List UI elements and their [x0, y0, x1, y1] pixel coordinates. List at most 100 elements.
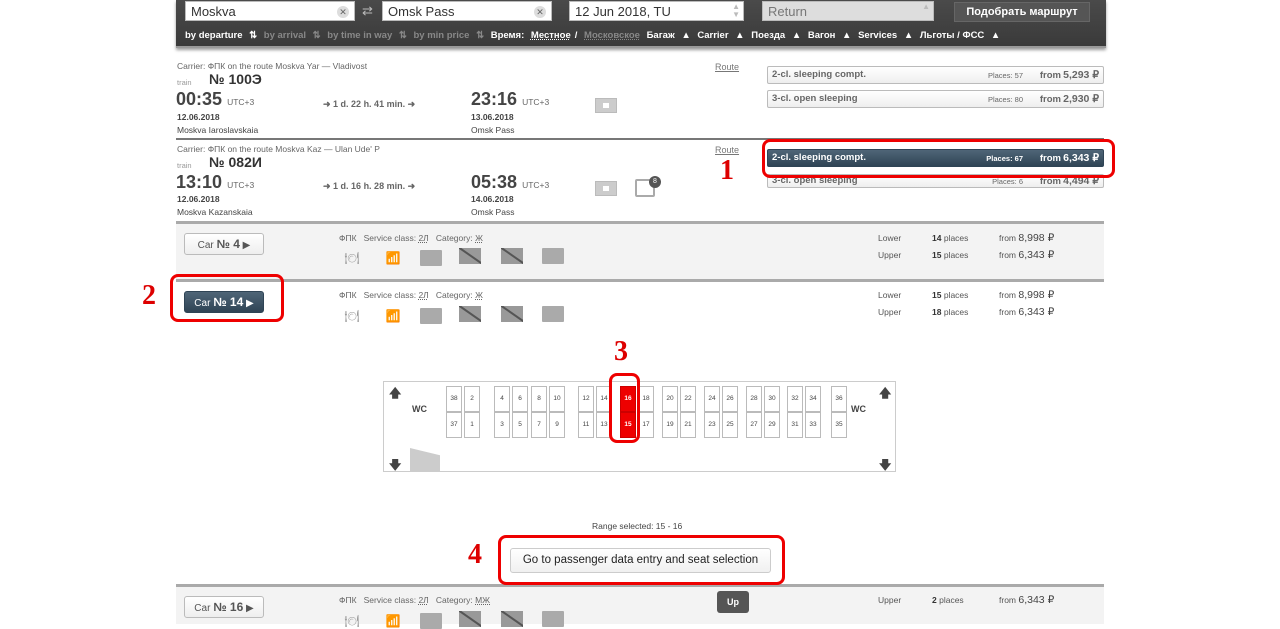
berth-type: Lower [878, 290, 902, 300]
sort-by-departure[interactable]: by departure ⇅ [185, 30, 257, 41]
baggage-icon [420, 308, 442, 324]
meal-icon: 🍽 [344, 614, 360, 628]
filter-trains[interactable]: Поезда ▲ [751, 30, 801, 41]
sort-by-time[interactable]: by time in way ⇅ [327, 30, 407, 41]
service-room [410, 448, 440, 472]
car-row: Car № 16 ▶ ФПК Service class: 2Л Categor… [176, 584, 1104, 629]
to-input[interactable]: Omsk Pass ✕ [382, 1, 552, 21]
car-carrier: ФПК [339, 290, 357, 300]
car-carrier: ФПК [339, 233, 357, 243]
seat[interactable]: 33 [805, 412, 821, 438]
seat[interactable]: 31 [787, 412, 803, 438]
seat[interactable]: 17 [638, 412, 654, 438]
clear-to-icon[interactable]: ✕ [534, 6, 546, 18]
seat[interactable]: 30 [764, 386, 780, 412]
seat[interactable]: 20 [662, 386, 678, 412]
category[interactable]: Ж [475, 290, 483, 300]
car-label: Car [197, 240, 214, 251]
from: from [999, 290, 1016, 300]
class-name: 2-cl. sleeping compt. [772, 69, 866, 80]
route-link[interactable]: Route [715, 62, 739, 72]
filter-car[interactable]: Вагон ▲ [808, 30, 852, 41]
seat[interactable]: 23 [704, 412, 720, 438]
car-button[interactable]: Car № 4 ▶ [184, 233, 264, 255]
svc-class[interactable]: 2Л [418, 290, 428, 300]
filter-baggage[interactable]: Багаж ▲ [647, 30, 691, 41]
time-moscow-link[interactable]: Московское [584, 30, 640, 41]
seat[interactable]: 11 [578, 412, 594, 438]
sort-label: by min price [413, 30, 470, 41]
car-number: № 4 [216, 237, 240, 251]
class-option[interactable]: 2-cl. sleeping compt. Places: 57 from 5,293… [767, 66, 1104, 84]
no-ac-icon [459, 248, 481, 264]
seat[interactable]: 9 [549, 412, 565, 438]
filter-label: Льготы / ФСС [919, 30, 985, 41]
seat[interactable]: 2 [464, 386, 480, 412]
return-spinner-icon[interactable]: ▲ [922, 3, 930, 11]
seat[interactable]: 6 [512, 386, 528, 412]
departure-date: 12.06.2018 [177, 194, 220, 204]
sort-by-price[interactable]: by min price ⇅ [413, 30, 484, 41]
count: 15 [932, 290, 942, 300]
unit: places [943, 250, 969, 260]
seat[interactable]: 19 [662, 412, 678, 438]
seat[interactable]: 29 [764, 412, 780, 438]
seat[interactable]: 22 [680, 386, 696, 412]
seat[interactable]: 28 [746, 386, 762, 412]
no-wifi-icon [501, 611, 523, 627]
seat[interactable]: 35 [831, 412, 847, 438]
scroll-up-button[interactable]: Up [717, 591, 749, 613]
seat[interactable]: 1 [464, 412, 480, 438]
seat[interactable]: 12 [578, 386, 594, 412]
pets-icon [542, 306, 564, 322]
clear-from-icon[interactable]: ✕ [337, 6, 349, 18]
car-info: ФПК Service class: 2Л Category: Ж [339, 233, 483, 243]
train-number: № 082И [209, 154, 262, 170]
seat[interactable]: 38 [446, 386, 462, 412]
category[interactable]: МЖ [475, 595, 490, 605]
seat[interactable]: 8 [531, 386, 547, 412]
seat[interactable]: 25 [722, 412, 738, 438]
swap-icon[interactable]: ⇄ [362, 3, 373, 19]
svc-label: Service class: [363, 595, 417, 605]
sort-by-arrival[interactable]: by arrival ⇅ [264, 30, 321, 41]
date-input[interactable]: 12 Jun 2018, TU ▲ ▼ [569, 1, 744, 21]
svc-class[interactable]: 2Л [418, 595, 428, 605]
category[interactable]: Ж [475, 233, 483, 243]
from: from [999, 307, 1016, 317]
seat[interactable]: 10 [549, 386, 565, 412]
seat[interactable]: 4 [494, 386, 510, 412]
filter-services[interactable]: Services ▲ [858, 30, 913, 41]
seat[interactable]: 26 [722, 386, 738, 412]
car-number: № 16 [213, 600, 244, 614]
class-price: 5,293 ₽ [1063, 69, 1099, 81]
date-spinner-icon[interactable]: ▲ ▼ [732, 3, 740, 19]
seat[interactable]: 36 [831, 386, 847, 412]
from-input[interactable]: Moskva ✕ [185, 1, 355, 21]
from: from [999, 233, 1016, 243]
seat[interactable]: 32 [787, 386, 803, 412]
seat[interactable]: 21 [680, 412, 696, 438]
seat[interactable]: 18 [638, 386, 654, 412]
class-places: Places: 80 [987, 95, 1023, 104]
seat[interactable]: 5 [512, 412, 528, 438]
seat[interactable]: 3 [494, 412, 510, 438]
class-option[interactable]: 3-cl. open sleeping Places: 80 from 2,930 ₽ [767, 90, 1104, 108]
departure-time: 13:10 UTC+3 [176, 172, 254, 193]
filter-benefits[interactable]: Льготы / ФСС ▲ [920, 30, 1000, 41]
time-local-link[interactable]: Местное [531, 30, 571, 41]
svc-class[interactable]: 2Л [418, 233, 428, 243]
return-input[interactable]: Return ▲ [762, 1, 934, 21]
route-link[interactable]: Route [715, 145, 739, 155]
filter-carrier[interactable]: Carrier ▲ [697, 30, 744, 41]
seat[interactable]: 7 [531, 412, 547, 438]
sort-label: by departure [185, 30, 243, 41]
find-route-button[interactable]: Подобрать маршрут [954, 2, 1090, 22]
car-button[interactable]: Car № 16 ▶ [184, 596, 264, 618]
seat[interactable]: 24 [704, 386, 720, 412]
seat[interactable]: 34 [805, 386, 821, 412]
seat[interactable]: 37 [446, 412, 462, 438]
seat[interactable]: 27 [746, 412, 762, 438]
annotation-3: 3 [614, 336, 628, 367]
berth-price: from 8,998 ₽ [999, 232, 1054, 244]
